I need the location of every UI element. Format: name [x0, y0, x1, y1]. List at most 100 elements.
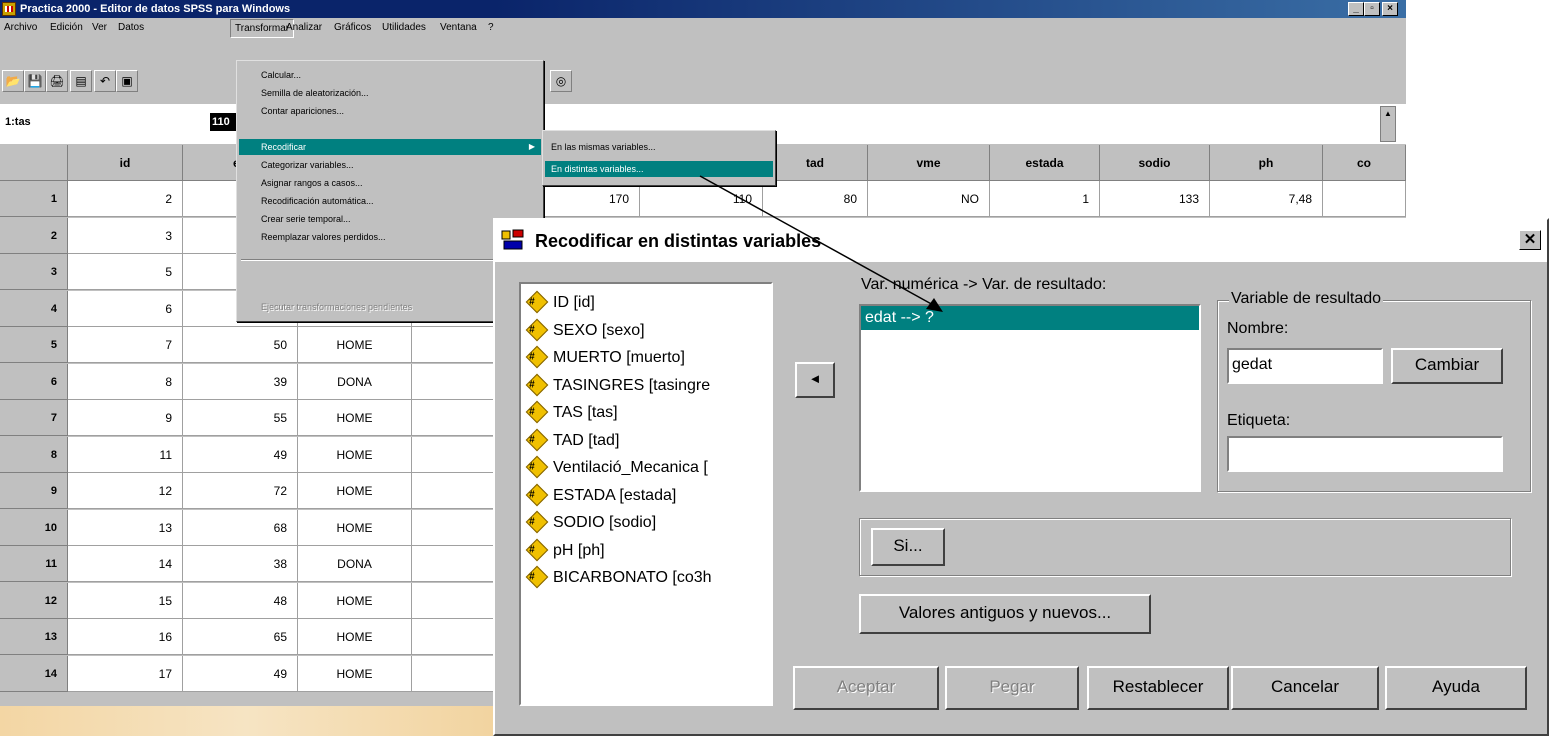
- menu-graficos[interactable]: Gráficos: [330, 18, 375, 38]
- table-cell[interactable]: 12: [68, 473, 183, 509]
- table-cell[interactable]: 3: [68, 217, 183, 254]
- table-cell[interactable]: HOME: [298, 655, 412, 692]
- table-cell[interactable]: 7: [68, 327, 183, 363]
- row-number[interactable]: 9: [0, 473, 68, 509]
- maximize-button[interactable]: ▫: [1364, 2, 1380, 16]
- list-item[interactable]: ESTADA [estada]: [525, 483, 676, 509]
- table-cell[interactable]: 49: [183, 436, 298, 473]
- row-number[interactable]: 12: [0, 582, 68, 619]
- row-number[interactable]: 11: [0, 546, 68, 582]
- name-input[interactable]: gedat: [1227, 348, 1383, 384]
- submenu-item-distintas[interactable]: En distintas variables...: [545, 161, 773, 177]
- grid-corner[interactable]: [0, 145, 68, 181]
- table-cell[interactable]: 65: [183, 619, 298, 655]
- table-cell[interactable]: 1: [990, 181, 1100, 217]
- table-cell[interactable]: 38: [183, 546, 298, 582]
- table-cell[interactable]: HOME: [298, 509, 412, 546]
- row-number[interactable]: 7: [0, 400, 68, 436]
- menu-edicion[interactable]: Edición: [46, 18, 87, 38]
- list-item[interactable]: ID [id]: [525, 290, 595, 316]
- list-item[interactable]: TAD [tad]: [525, 428, 619, 454]
- table-cell[interactable]: 170: [540, 181, 640, 217]
- table-cell[interactable]: 16: [68, 619, 183, 655]
- column-header[interactable]: estada: [990, 145, 1100, 181]
- table-cell[interactable]: HOME: [298, 400, 412, 436]
- table-cell[interactable]: HOME: [298, 436, 412, 473]
- table-cell[interactable]: 5: [68, 254, 183, 290]
- menu-item-semilla[interactable]: Semilla de aleatorización...: [239, 85, 541, 101]
- menu-item-recodificar[interactable]: Recodificar ▶: [239, 139, 541, 155]
- table-cell[interactable]: HOME: [298, 473, 412, 509]
- list-item[interactable]: pH [ph]: [525, 538, 605, 564]
- menu-item-asignar-rangos[interactable]: Asignar rangos a casos...: [239, 175, 541, 191]
- old-new-values-button[interactable]: Valores antiguos y nuevos...: [859, 594, 1151, 634]
- column-header[interactable]: tad: [763, 145, 868, 181]
- menu-item-categorizar[interactable]: Categorizar variables...: [239, 157, 541, 173]
- table-cell[interactable]: 49: [183, 655, 298, 692]
- list-item[interactable]: MUERTO [muerto]: [525, 345, 685, 371]
- menu-item-contar[interactable]: Contar apariciones...: [239, 103, 541, 119]
- save-icon[interactable]: 💾: [24, 70, 46, 92]
- use-sets-icon[interactable]: ◎: [550, 70, 572, 92]
- table-cell[interactable]: 7,48: [1210, 181, 1323, 217]
- menu-analizar[interactable]: Analizar: [282, 18, 326, 38]
- row-number[interactable]: 13: [0, 619, 68, 655]
- reset-button[interactable]: Restablecer: [1087, 666, 1229, 710]
- list-item[interactable]: BICARBONATO [co3h: [525, 565, 712, 591]
- menu-archivo[interactable]: Archivo: [0, 18, 41, 38]
- column-header[interactable]: id: [68, 145, 183, 181]
- table-cell[interactable]: 68: [183, 509, 298, 546]
- if-button[interactable]: Si...: [871, 528, 945, 566]
- row-number[interactable]: 8: [0, 436, 68, 473]
- table-cell[interactable]: HOME: [298, 327, 412, 363]
- list-item[interactable]: Ventilació_Mecanica [: [525, 455, 708, 481]
- table-cell[interactable]: 14: [68, 546, 183, 582]
- column-header[interactable]: ph: [1210, 145, 1323, 181]
- goto-chart-icon[interactable]: ▣: [116, 70, 138, 92]
- row-number[interactable]: 3: [0, 254, 68, 290]
- table-cell[interactable]: 8: [68, 363, 183, 400]
- table-cell[interactable]: 55: [183, 400, 298, 436]
- column-header[interactable]: co: [1323, 145, 1406, 181]
- mapping-selected-item[interactable]: edat --> ?: [861, 306, 1199, 330]
- table-cell[interactable]: 50: [183, 327, 298, 363]
- change-button[interactable]: Cambiar: [1391, 348, 1503, 384]
- row-number[interactable]: 10: [0, 509, 68, 546]
- label-input[interactable]: [1227, 436, 1503, 472]
- open-file-icon[interactable]: 📂: [2, 70, 24, 92]
- row-number[interactable]: 6: [0, 363, 68, 400]
- table-cell[interactable]: [1323, 181, 1406, 217]
- menu-ver[interactable]: Ver: [88, 18, 111, 38]
- table-cell[interactable]: HOME: [298, 582, 412, 619]
- table-cell[interactable]: 11: [68, 436, 183, 473]
- row-number[interactable]: 5: [0, 327, 68, 363]
- row-number[interactable]: 14: [0, 655, 68, 692]
- menu-ventana[interactable]: Ventana: [436, 18, 481, 38]
- table-cell[interactable]: 15: [68, 582, 183, 619]
- print-icon[interactable]: 🖨: [46, 70, 68, 92]
- menu-help[interactable]: ?: [484, 18, 498, 38]
- dialog-close-icon[interactable]: ✕: [1519, 230, 1541, 250]
- scroll-up-arrow-icon[interactable]: ▲: [1380, 106, 1396, 142]
- row-number[interactable]: 2: [0, 217, 68, 254]
- table-cell[interactable]: DONA: [298, 363, 412, 400]
- row-number[interactable]: 1: [0, 181, 68, 217]
- source-variable-list[interactable]: ID [id] SEXO [sexo] MUERTO [muerto] TASINGR…: [519, 282, 773, 706]
- paste-button[interactable]: Pegar: [945, 666, 1079, 710]
- table-cell[interactable]: 39: [183, 363, 298, 400]
- submenu-item-mismas[interactable]: En las mismas variables...: [545, 139, 773, 155]
- row-number[interactable]: 4: [0, 290, 68, 327]
- table-cell[interactable]: 72: [183, 473, 298, 509]
- table-cell[interactable]: 2: [68, 181, 183, 217]
- list-item[interactable]: TASINGRES [tasingre: [525, 373, 710, 399]
- table-cell[interactable]: 9: [68, 400, 183, 436]
- menu-item-calcular[interactable]: Calcular...: [239, 67, 541, 83]
- table-cell[interactable]: 48: [183, 582, 298, 619]
- accept-button[interactable]: Aceptar: [793, 666, 939, 710]
- list-item[interactable]: SEXO [sexo]: [525, 318, 645, 344]
- table-cell[interactable]: 110: [640, 181, 763, 217]
- table-cell[interactable]: 133: [1100, 181, 1210, 217]
- undo-icon[interactable]: ↶: [94, 70, 116, 92]
- cell-value-input[interactable]: 110: [210, 113, 238, 131]
- table-cell[interactable]: 6: [68, 290, 183, 327]
